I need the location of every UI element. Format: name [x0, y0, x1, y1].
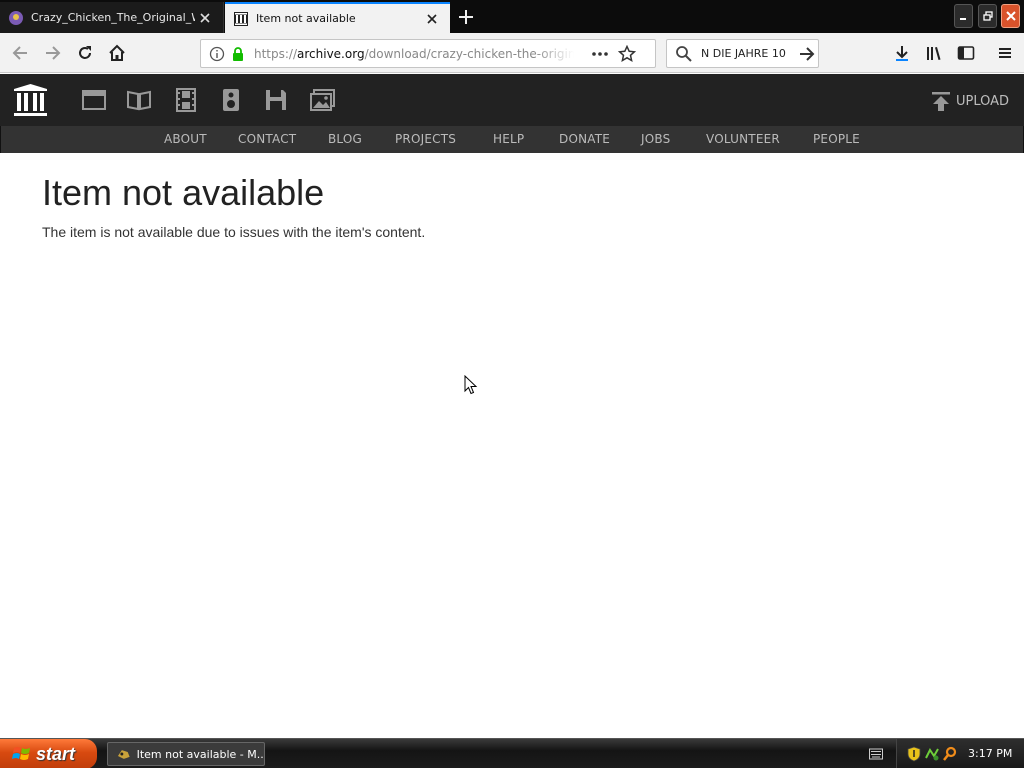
upload-button[interactable]: UPLOAD: [930, 90, 1009, 112]
search-bar[interactable]: N DIE JAHRE 10: [666, 39, 819, 68]
nav-link-help[interactable]: HELP: [493, 132, 524, 146]
minimize-icon: [960, 17, 966, 20]
upload-label: UPLOAD: [956, 93, 1010, 109]
tab-item-not-available[interactable]: Item not available: [225, 2, 450, 33]
url-scheme: https://: [254, 46, 298, 61]
search-icon: [676, 45, 692, 62]
tab-title: Item not available: [256, 12, 356, 25]
url-text[interactable]: https://archive.org/download/crazy-chick…: [254, 46, 574, 61]
browser-navigation-bar: https://archive.org/download/crazy-chick…: [0, 33, 1024, 73]
nav-link-jobs[interactable]: JOBS: [641, 132, 670, 146]
url-host: archive.org: [297, 46, 365, 61]
windows-logo-icon: [12, 747, 30, 760]
internet-archive-logo-icon[interactable]: [12, 82, 49, 119]
keyboard-icon[interactable]: [869, 748, 883, 760]
forward-arrow-icon: [46, 46, 61, 60]
nav-link-people[interactable]: PEOPLE: [813, 132, 860, 146]
taskbar-item-browser[interactable]: Item not available - M...: [107, 742, 265, 766]
close-tab-icon[interactable]: [422, 9, 442, 29]
archive-top-nav: UPLOAD: [0, 74, 1024, 126]
close-window-button[interactable]: [1001, 4, 1020, 28]
library-icon: [927, 47, 941, 60]
plus-icon: [459, 9, 473, 24]
tab-title: Crazy_Chicken_The_Original_Win: [31, 11, 195, 24]
close-tab-icon[interactable]: [195, 8, 215, 28]
unavailable-message: The item is not available due to issues …: [42, 224, 426, 240]
new-tab-button[interactable]: [452, 4, 480, 29]
close-icon: [1005, 11, 1016, 21]
page-title: Item not available: [42, 172, 325, 213]
nav-link-about[interactable]: ABOUT: [164, 132, 207, 146]
back-button[interactable]: [8, 41, 32, 65]
nav-link-blog[interactable]: BLOG: [328, 132, 362, 146]
taskbar-item-title: Item not available - M...: [136, 747, 264, 761]
desktop-screen: Crazy_Chicken_The_Original_Win Item not …: [0, 0, 1024, 768]
back-arrow-icon: [12, 46, 27, 60]
download-icon: [896, 46, 908, 61]
start-label: start: [36, 743, 76, 764]
search-go-arrow-icon[interactable]: [797, 44, 817, 64]
web-icon[interactable]: [81, 88, 107, 112]
game-favicon-icon: [8, 10, 24, 26]
url-path: /download/crazy-chicken-the-original-win…: [364, 46, 574, 61]
clock[interactable]: 3:17 PM: [968, 747, 1012, 760]
library-button[interactable]: [922, 41, 946, 65]
home-icon: [109, 44, 125, 61]
sidebar-icon: [957, 46, 975, 60]
audio-icon[interactable]: [218, 88, 244, 112]
mouse-cursor-icon: [464, 375, 478, 395]
minimize-window-button[interactable]: [954, 4, 973, 28]
software-icon[interactable]: [263, 88, 289, 112]
hamburger-menu-icon: [999, 48, 1011, 58]
security-shield-icon[interactable]: [906, 746, 922, 762]
texts-icon[interactable]: [126, 88, 152, 112]
lock-icon[interactable]: [231, 46, 245, 62]
bookmark-star-icon[interactable]: [618, 44, 636, 63]
reload-icon: [79, 46, 91, 59]
archive-sub-nav: ABOUT CONTACT BLOG PROJECTS HELP DONATE …: [0, 126, 1024, 153]
downloads-button[interactable]: [890, 41, 914, 65]
forward-button[interactable]: [41, 41, 65, 65]
upload-arrow-icon: [932, 92, 950, 111]
tab-crazy-chicken[interactable]: Crazy_Chicken_The_Original_Win: [0, 2, 224, 33]
restore-window-button[interactable]: [978, 4, 997, 28]
network-icon[interactable]: [924, 746, 940, 762]
video-icon[interactable]: [173, 88, 199, 112]
nav-link-donate[interactable]: DONATE: [559, 132, 610, 146]
home-button[interactable]: [105, 41, 129, 65]
menu-button[interactable]: [993, 41, 1017, 65]
images-icon[interactable]: [310, 88, 336, 112]
windows-taskbar: start Item not available - M... 3:17 PM: [0, 738, 1024, 768]
start-button[interactable]: start: [0, 739, 97, 768]
info-icon[interactable]: [209, 46, 225, 62]
page-actions-icon[interactable]: [590, 46, 610, 62]
game-app-icon: [117, 750, 130, 759]
nav-link-projects[interactable]: PROJECTS: [395, 132, 456, 146]
search-tray-icon[interactable]: [942, 746, 958, 762]
restore-icon: [982, 11, 993, 21]
search-input[interactable]: N DIE JAHRE 10: [701, 47, 793, 60]
archive-favicon-icon: [233, 11, 249, 27]
system-tray: 3:17 PM: [896, 739, 1024, 768]
sidebar-toggle-button[interactable]: [954, 41, 978, 65]
reload-button[interactable]: [73, 41, 97, 65]
url-bar[interactable]: https://archive.org/download/crazy-chick…: [200, 39, 656, 68]
nav-link-volunteer[interactable]: VOLUNTEER: [706, 132, 780, 146]
nav-link-contact[interactable]: CONTACT: [238, 132, 296, 146]
browser-tab-strip: Crazy_Chicken_The_Original_Win Item not …: [0, 0, 1024, 33]
